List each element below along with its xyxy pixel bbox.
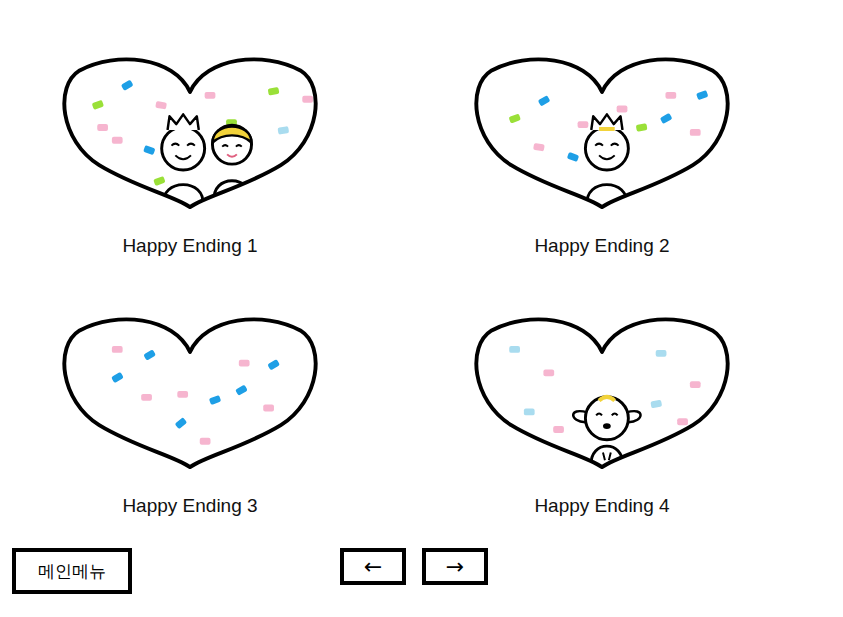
confetti-icon (143, 349, 156, 360)
prince-icon (162, 114, 205, 205)
confetti-icon (677, 418, 688, 425)
confetti-icon (509, 346, 520, 353)
crown-icon (168, 114, 199, 130)
ending-label: Happy Ending 1 (122, 234, 257, 258)
confetti-icon (650, 400, 662, 409)
confetti-icon (153, 176, 165, 186)
ending-card[interactable]: Happy Ending 3 (0, 306, 380, 518)
endings-grid: Happy Ending 1 Happy Ending 2 Happy Ending… (0, 46, 843, 518)
confetti-icon (155, 101, 167, 110)
confetti-icon (235, 385, 248, 396)
heart-icon (50, 46, 330, 212)
confetti-icon (665, 92, 676, 99)
bottom-bar: 메인메뉴←→ (0, 548, 843, 594)
next-button[interactable]: → (422, 548, 488, 585)
ending-card[interactable]: Happy Ending 2 (380, 46, 824, 258)
confetti-icon (567, 152, 579, 162)
page-nav: ←→ (340, 548, 488, 585)
confetti-icon (277, 126, 289, 135)
confetti-icon (143, 145, 155, 155)
confetti-icon (175, 417, 188, 429)
confetti-icon (690, 129, 701, 136)
ending-card[interactable]: Happy Ending 4 (380, 306, 824, 518)
confetti-icon (200, 438, 211, 445)
confetti-icon (578, 121, 589, 128)
confetti-icon (656, 350, 667, 357)
confetti-icon (111, 372, 124, 383)
ending-label: Happy Ending 2 (534, 234, 669, 258)
confetti-icon (617, 106, 628, 113)
confetti-icon (690, 381, 701, 388)
confetti-icon (121, 80, 134, 91)
confetti-icon (97, 124, 108, 131)
confetti-icon (302, 96, 313, 103)
confetti-icon (92, 100, 104, 110)
endings-gallery: Happy Ending 1 Happy Ending 2 Happy Ending… (0, 0, 843, 617)
ending-card[interactable]: Happy Ending 1 (0, 46, 380, 258)
confetti-icon (268, 87, 280, 96)
prince-icon (585, 114, 628, 205)
confetti-icon (543, 369, 554, 376)
confetti-icon (205, 92, 216, 99)
confetti-icon (239, 360, 250, 367)
confetti-icon (263, 405, 274, 412)
ending-label: Happy Ending 3 (122, 494, 257, 518)
confetti-icon (177, 391, 188, 398)
prev-button[interactable]: ← (340, 548, 406, 585)
confetti-icon (636, 123, 648, 132)
heart-icon (462, 46, 742, 212)
confetti-icon (696, 90, 708, 100)
confetti-icon (533, 143, 545, 152)
confetti-icon (553, 426, 564, 433)
confetti-icon (112, 346, 123, 353)
heart-icon (462, 306, 742, 472)
confetti-icon (660, 113, 673, 124)
confetti-icon (538, 95, 551, 106)
crown-icon (591, 114, 622, 130)
confetti-icon (267, 359, 280, 370)
confetti-icon (524, 409, 535, 416)
confetti-icon (209, 395, 221, 405)
heart-icon (50, 306, 330, 472)
confetti-icon (112, 137, 123, 144)
ending-label: Happy Ending 4 (534, 494, 669, 518)
confetti-icon (509, 114, 521, 124)
confetti-icon (141, 394, 152, 401)
main-menu-button[interactable]: 메인메뉴 (12, 548, 132, 594)
